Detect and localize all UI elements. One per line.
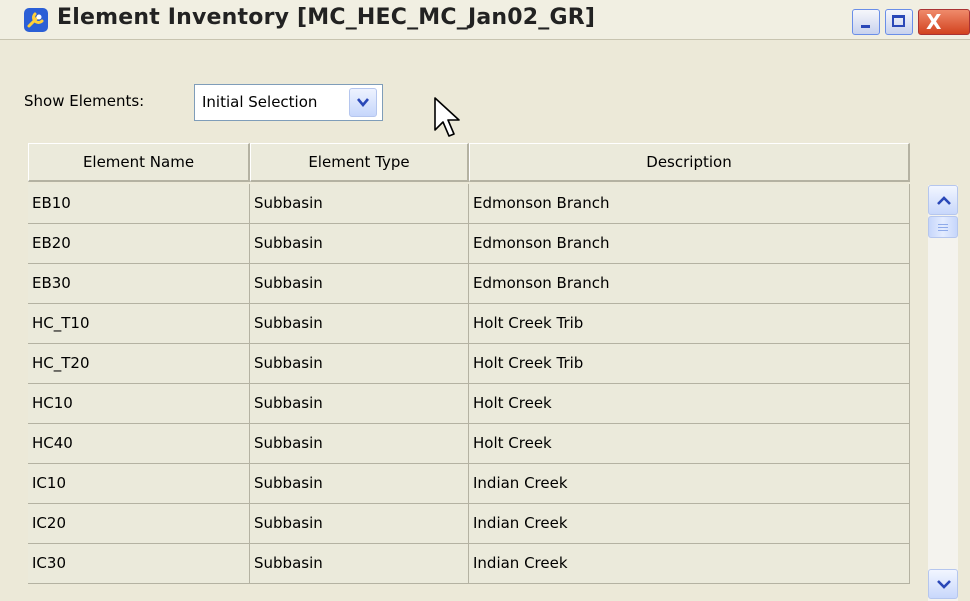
column-header-description[interactable]: Description [469,143,910,182]
element-name-cell[interactable]: EB30 [28,264,250,304]
element-name-cell[interactable]: EB10 [28,184,250,224]
table-row[interactable]: HC40 Subbasin Holt Creek [28,424,910,464]
window-left-border [0,40,6,601]
window-title: Element Inventory [MC_HEC_MC_Jan02_GR] [57,5,596,30]
description-cell[interactable]: Indian Creek [469,464,910,504]
maximize-button[interactable] [885,9,913,35]
description-cell[interactable]: Holt Creek [469,424,910,464]
close-button[interactable]: X [918,9,970,35]
element-type-cell[interactable]: Subbasin [250,424,469,464]
element-type-cell[interactable]: Subbasin [250,464,469,504]
thumb-grip [938,224,948,225]
scrollbar-thumb[interactable] [928,216,958,238]
chevron-up-icon [937,196,951,205]
element-type-cell[interactable]: Subbasin [250,184,469,224]
table-row[interactable]: HC10 Subbasin Holt Creek [28,384,910,424]
description-cell[interactable]: Holt Creek [469,384,910,424]
column-header-element-name[interactable]: Element Name [28,143,250,182]
minimize-button[interactable] [852,9,880,35]
chevron-down-icon [357,98,369,107]
vertical-scrollbar[interactable] [928,185,958,601]
element-name-cell[interactable]: IC20 [28,504,250,544]
element-name-cell[interactable]: EB20 [28,224,250,264]
mouse-cursor-icon [434,97,460,137]
table-row[interactable]: IC30 Subbasin Indian Creek [28,544,910,584]
table-row[interactable]: EB30 Subbasin Edmonson Branch [28,264,910,304]
description-cell[interactable]: Holt Creek Trib [469,344,910,384]
show-elements-value: Initial Selection [202,93,318,111]
description-cell[interactable]: Holt Creek Trib [469,304,910,344]
description-cell[interactable]: Edmonson Branch [469,264,910,304]
column-header-element-type[interactable]: Element Type [250,143,469,182]
element-type-cell[interactable]: Subbasin [250,224,469,264]
thumb-grip [938,227,948,228]
description-cell[interactable]: Edmonson Branch [469,184,910,224]
chevron-down-icon [937,580,951,589]
description-cell[interactable]: Indian Creek [469,504,910,544]
title-bar[interactable]: Element Inventory [MC_HEC_MC_Jan02_GR] X [0,0,970,40]
maximize-icon [892,15,905,27]
description-cell[interactable]: Edmonson Branch [469,224,910,264]
element-name-cell[interactable]: HC_T20 [28,344,250,384]
element-inventory-window: Element Inventory [MC_HEC_MC_Jan02_GR] X… [0,0,970,601]
element-name-cell[interactable]: HC_T10 [28,304,250,344]
table-row[interactable]: HC_T10 Subbasin Holt Creek Trib [28,304,910,344]
element-type-cell[interactable]: Subbasin [250,544,469,584]
table-row[interactable]: IC10 Subbasin Indian Creek [28,464,910,504]
element-name-cell[interactable]: HC10 [28,384,250,424]
table-row[interactable]: EB10 Subbasin Edmonson Branch [28,184,910,224]
element-type-cell[interactable]: Subbasin [250,384,469,424]
dropdown-arrow-button[interactable] [349,88,377,117]
element-type-cell[interactable]: Subbasin [250,264,469,304]
element-type-cell[interactable]: Subbasin [250,344,469,384]
scroll-down-button[interactable] [928,569,958,599]
table-row[interactable]: IC20 Subbasin Indian Creek [28,504,910,544]
table-row[interactable]: EB20 Subbasin Edmonson Branch [28,224,910,264]
element-table: Element Name Element Type Description EB… [28,143,910,601]
thumb-grip [938,230,948,231]
app-wrench-icon [23,7,49,33]
minimize-icon [861,25,870,28]
scroll-up-button[interactable] [928,185,958,215]
close-icon: X [926,10,942,34]
element-name-cell[interactable]: HC40 [28,424,250,464]
element-name-cell[interactable]: IC10 [28,464,250,504]
show-elements-dropdown[interactable]: Initial Selection [194,84,383,121]
table-row[interactable]: HC_T20 Subbasin Holt Creek Trib [28,344,910,384]
element-type-cell[interactable]: Subbasin [250,504,469,544]
show-elements-label: Show Elements: [24,92,145,110]
element-name-cell[interactable]: IC30 [28,544,250,584]
element-type-cell[interactable]: Subbasin [250,304,469,344]
description-cell[interactable]: Indian Creek [469,544,910,584]
